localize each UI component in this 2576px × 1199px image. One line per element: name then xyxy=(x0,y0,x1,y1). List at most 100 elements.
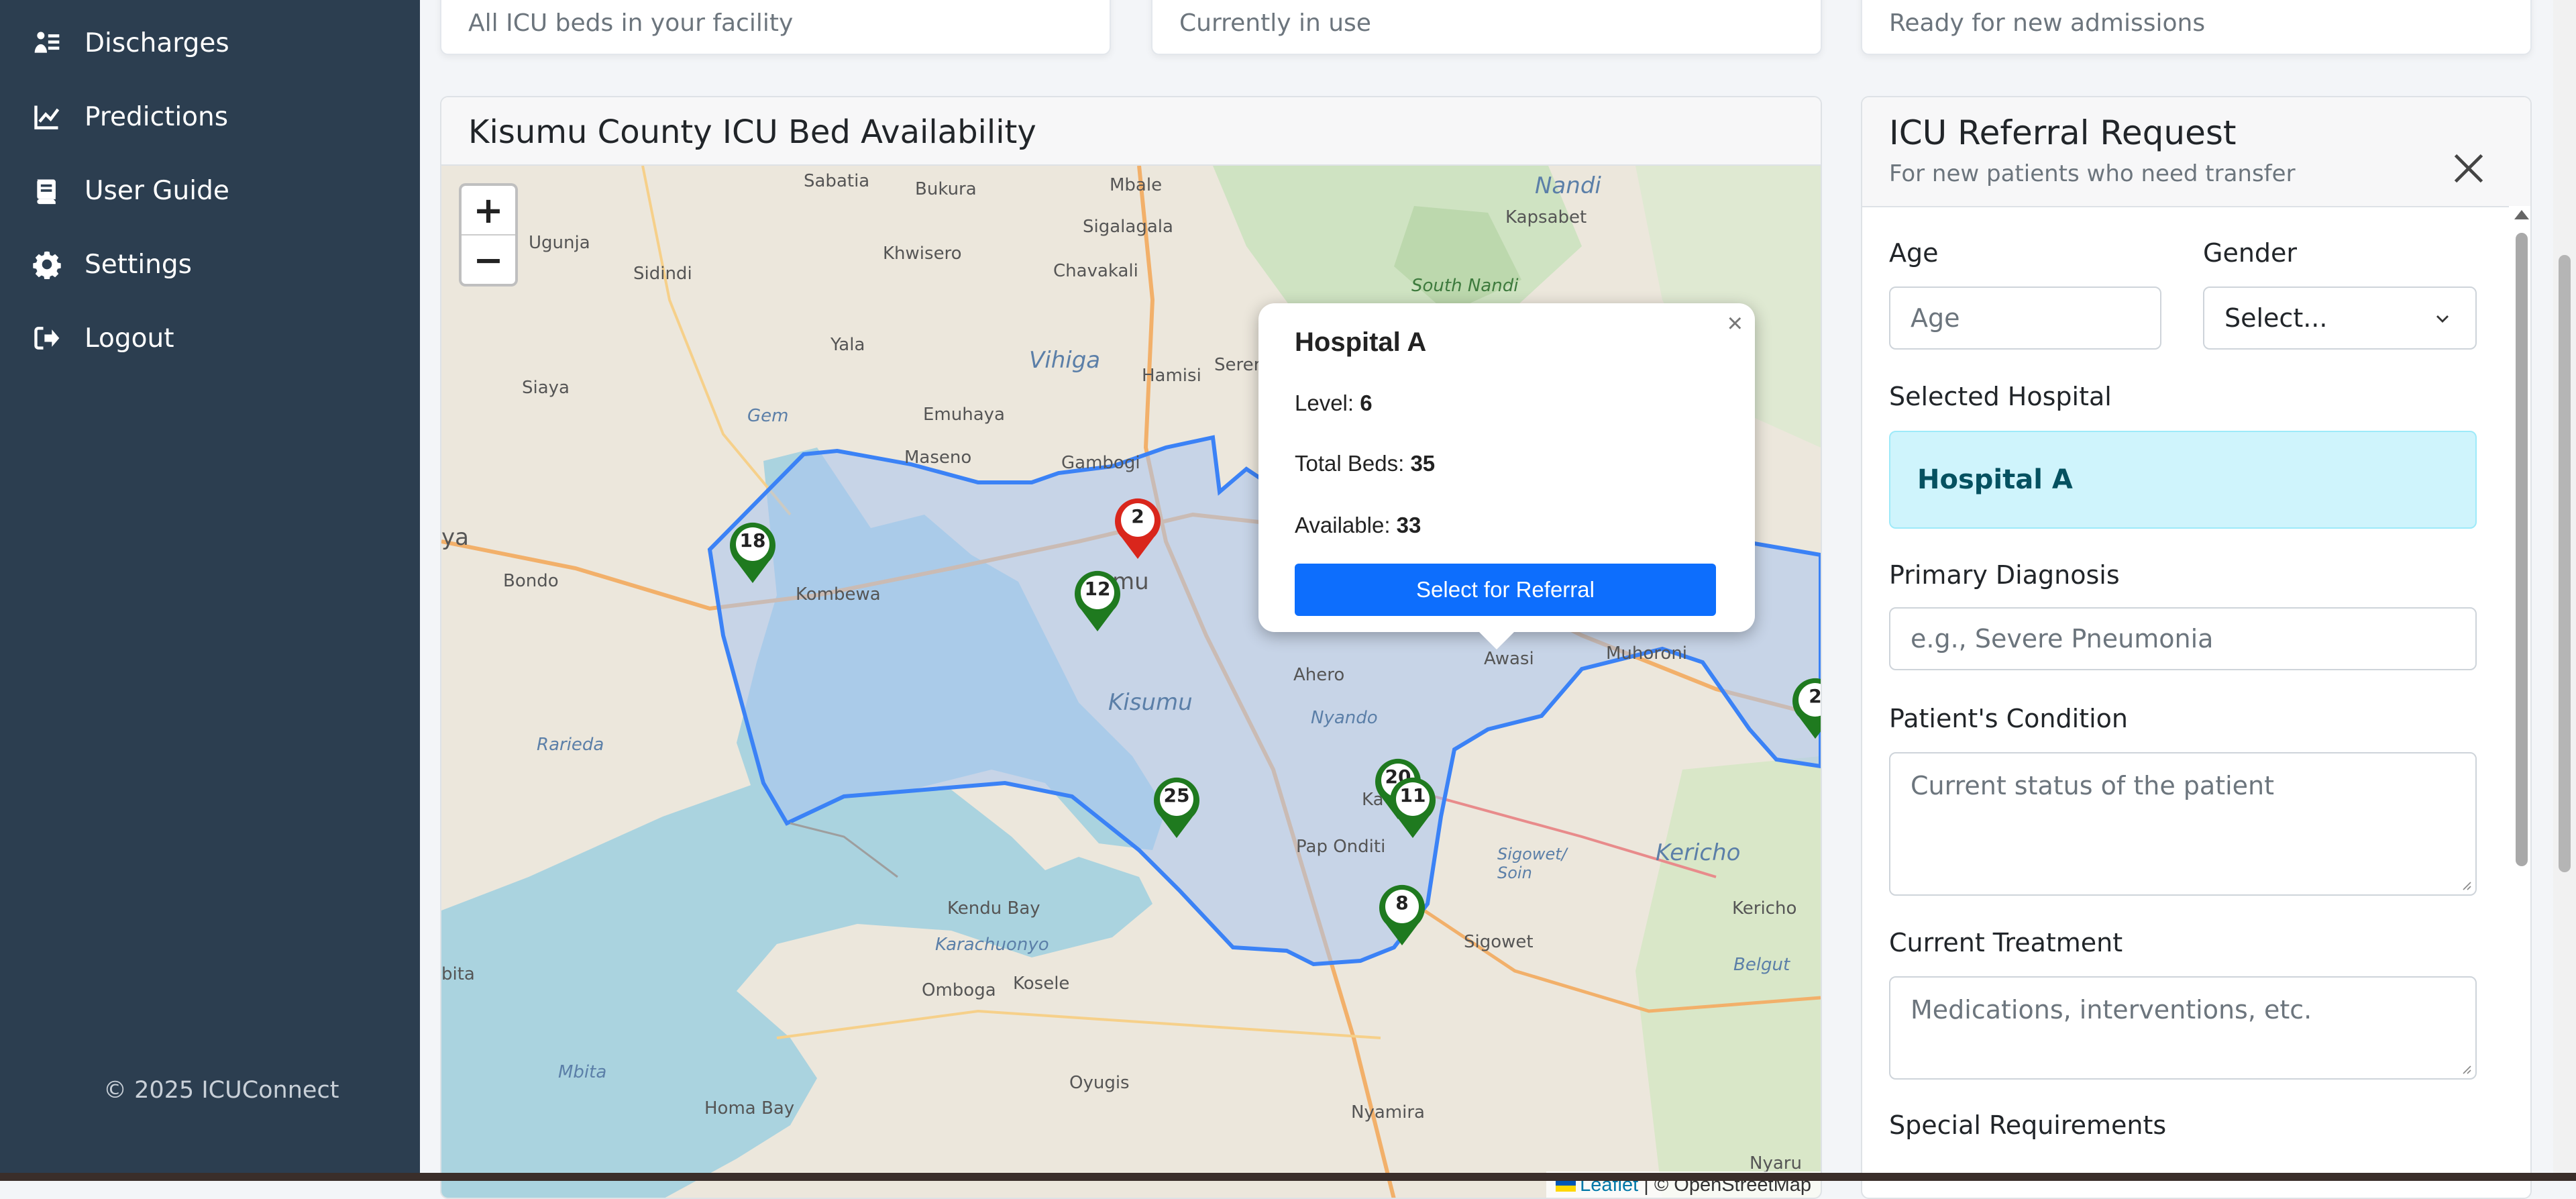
sidebar-item-label: Discharges xyxy=(85,28,229,58)
map-label: Gem xyxy=(747,406,789,426)
zoom-control: + − xyxy=(459,183,518,286)
marker-count: 2 xyxy=(1131,505,1144,527)
map-label: Muhoroni xyxy=(1606,643,1688,664)
resize-grip-icon[interactable] xyxy=(2459,878,2471,890)
sidebar-item-discharges[interactable]: Discharges xyxy=(32,16,229,70)
map-label: Sigowet xyxy=(1464,932,1534,952)
popup-total-beds: Total Beds: 35 xyxy=(1295,451,1435,476)
scroll-up-arrow[interactable] xyxy=(2514,210,2529,219)
hospital-marker[interactable]: 18 xyxy=(727,520,778,584)
map-label: Ahero xyxy=(1293,665,1345,685)
hospital-marker[interactable]: 11 xyxy=(1387,775,1438,839)
selected-hospital-name: Hospital A xyxy=(1917,464,2073,495)
chart-line-icon xyxy=(32,102,62,132)
map-label: South Nandi xyxy=(1411,276,1519,296)
panel-scrollbar[interactable] xyxy=(2509,206,2530,1198)
map-card: Kisumu County ICU Bed Availability Sabat… xyxy=(440,96,1822,1199)
map-label: Kendu Bay xyxy=(947,898,1040,919)
stat-card-available-beds: Ready for new admissions xyxy=(1861,0,2532,55)
map-label: Bukura xyxy=(915,179,977,199)
popup-tip xyxy=(1477,629,1517,649)
popup-hospital-name: Hospital A xyxy=(1295,327,1427,357)
treatment-placeholder: Medications, interventions, etc. xyxy=(1911,995,2312,1025)
sidebar-item-logout[interactable]: Logout xyxy=(32,311,174,365)
hospital-marker[interactable]: 12 xyxy=(1072,568,1123,633)
marker-count: 8 xyxy=(1395,892,1409,914)
scroll-thumb[interactable] xyxy=(2516,233,2528,866)
map-label: Chavakali xyxy=(1053,261,1138,281)
marker-count: 2 xyxy=(1809,685,1821,707)
popup-close-button[interactable]: × xyxy=(1727,309,1743,339)
treatment-textarea[interactable]: Medications, interventions, etc. xyxy=(1889,976,2477,1080)
map-label: Ugunja xyxy=(529,233,590,253)
sidebar-item-predictions[interactable]: Predictions xyxy=(32,90,228,144)
marker-count: 11 xyxy=(1399,784,1426,806)
logout-icon xyxy=(32,323,62,353)
map-label: Seren xyxy=(1214,355,1265,375)
map-label: Nyamira xyxy=(1351,1102,1425,1123)
copyright: © 2025 ICUConnect xyxy=(103,1077,339,1104)
popup-level-value: 6 xyxy=(1360,390,1373,415)
map-label: Maseno xyxy=(904,448,972,468)
map-label: Sigowet/ Soin xyxy=(1497,845,1567,882)
marker-count: 12 xyxy=(1084,578,1111,600)
map-label: Kericho xyxy=(1732,898,1797,919)
sidebar-item-settings[interactable]: Settings xyxy=(32,238,192,291)
map-label: Awasi xyxy=(1484,649,1534,669)
gender-select[interactable]: Select... xyxy=(2203,286,2477,350)
map-label: Sigalagala xyxy=(1083,217,1173,237)
gender-select-value: Select... xyxy=(2224,303,2328,333)
hospital-marker[interactable]: 2 xyxy=(1790,676,1821,740)
condition-placeholder: Current status of the patient xyxy=(1911,771,2275,800)
diagnosis-label: Primary Diagnosis xyxy=(1889,560,2120,590)
close-icon[interactable] xyxy=(2451,151,2486,186)
map-label: Sabatia xyxy=(804,171,870,191)
map-label: Gambogi xyxy=(1061,453,1140,473)
stat-card-subtitle: Currently in use xyxy=(1179,9,1371,37)
map-label: Yala xyxy=(830,335,865,355)
popup-available-value: 33 xyxy=(1396,513,1421,537)
hospital-popup: × Hospital A Level: 6 Total Beds: 35 Ava… xyxy=(1258,303,1755,649)
treatment-label: Current Treatment xyxy=(1889,928,2123,957)
map-label: Oyugis xyxy=(1069,1073,1130,1093)
stat-card-subtitle: Ready for new admissions xyxy=(1889,9,2206,37)
hospital-marker[interactable]: 25 xyxy=(1151,775,1202,839)
popup-available-label: Available: xyxy=(1295,513,1397,537)
map-label: Kosele xyxy=(1013,974,1070,994)
stat-card-total-beds: All ICU beds in your facility xyxy=(440,0,1111,55)
zoom-out-button[interactable]: − xyxy=(462,234,515,284)
popup-level: Level: 6 xyxy=(1295,390,1373,416)
diagnosis-input[interactable]: e.g., Severe Pneumonia xyxy=(1889,607,2477,670)
ukraine-flag-icon xyxy=(1556,1180,1576,1192)
gear-icon xyxy=(32,250,62,279)
special-requirements-label: Special Requirements xyxy=(1889,1110,2167,1140)
page-scrollbar[interactable] xyxy=(2553,0,2576,1181)
map[interactable]: Sabatia Bukura Mbale Nandi Ugunja Sigala… xyxy=(441,166,1821,1198)
map-label: Sidindi xyxy=(633,264,692,284)
hospital-marker[interactable]: 8 xyxy=(1377,882,1428,947)
map-label: Nyando xyxy=(1311,708,1378,728)
map-label: Belgut xyxy=(1733,955,1790,975)
referral-header: ICU Referral Request For new patients wh… xyxy=(1862,97,2530,207)
map-label: Homa Bay xyxy=(704,1098,795,1118)
condition-label: Patient's Condition xyxy=(1889,704,2128,733)
resize-grip-icon[interactable] xyxy=(2459,1062,2471,1074)
taskbar-strip xyxy=(0,1173,2576,1181)
map-label: Khwisero xyxy=(883,244,962,264)
age-input[interactable]: Age xyxy=(1889,286,2161,350)
sidebar: Discharges Predictions User Guide Settin… xyxy=(0,0,420,1181)
zoom-in-button[interactable]: + xyxy=(462,186,515,234)
popup-level-label: Level: xyxy=(1295,390,1360,415)
map-header: Kisumu County ICU Bed Availability xyxy=(441,97,1821,166)
map-label: Mbita xyxy=(558,1062,607,1082)
popup-beds-value: 35 xyxy=(1410,451,1436,476)
sidebar-item-user-guide[interactable]: User Guide xyxy=(32,164,229,217)
map-label: bita xyxy=(441,964,475,984)
hospital-marker[interactable]: 2 xyxy=(1112,496,1163,560)
select-for-referral-button[interactable]: Select for Referral xyxy=(1295,564,1716,616)
selected-hospital-box: Hospital A xyxy=(1889,431,2477,529)
map-label: Kombewa xyxy=(796,584,881,605)
condition-textarea[interactable]: Current status of the patient xyxy=(1889,752,2477,896)
page-scroll-thumb[interactable] xyxy=(2559,255,2571,872)
map-label: Kisumu xyxy=(1108,689,1193,716)
